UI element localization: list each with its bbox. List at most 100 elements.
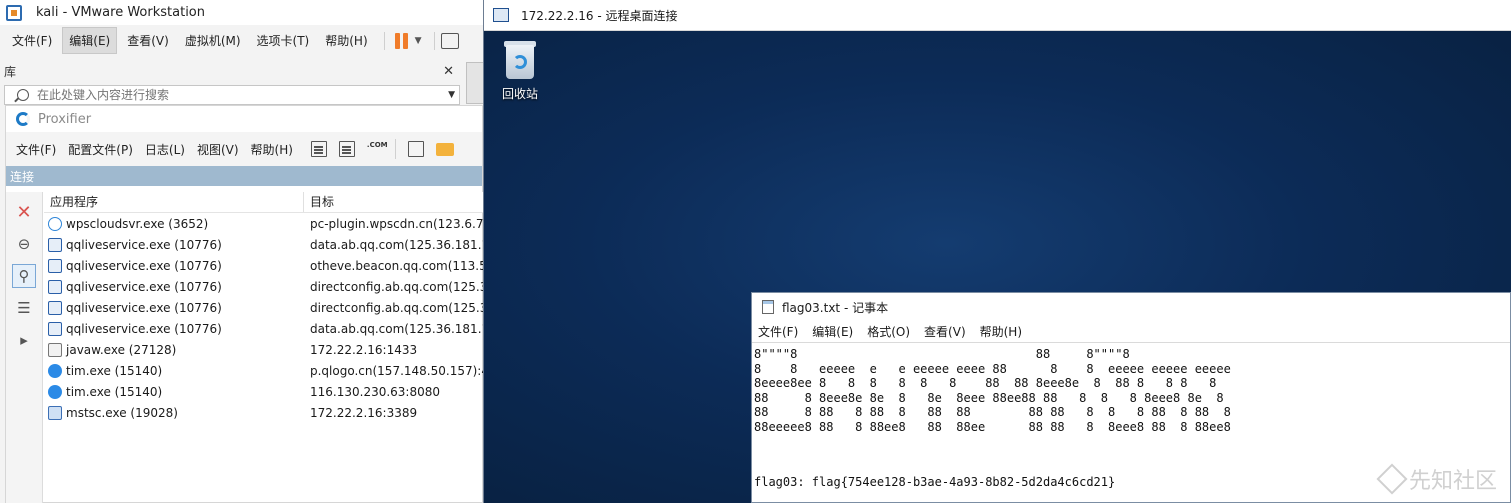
notepad-menu-file[interactable]: 文件(F) [758,323,798,340]
traffic-icon[interactable] [338,141,355,157]
watermark-text: 先知社区 [1408,469,1497,494]
recycle-bin-icon [502,39,538,79]
vmware-title: kali - VMware Workstation [36,5,205,20]
notepad-menu-format[interactable]: 格式(O) [867,323,910,340]
target-cell: 172.22.2.16:3389 [310,405,418,420]
proxifier-menu-view[interactable]: 视图(V) [197,141,239,158]
app-name: javaw.exe (27128) [66,342,177,357]
recycle-bin-shortcut[interactable]: 回收站 [498,39,542,102]
mstsc-icon [48,405,62,420]
app-name: qqliveservice.exe (10776) [66,279,222,294]
vmware-menu-help[interactable]: 帮助(H) [319,28,373,53]
app-name: tim.exe (15140) [66,384,163,399]
connections-table: 应用程序 目标 wpscloudsvr.exe (3652) pc-plugin… [44,192,484,503]
table-row[interactable]: tim.exe (15140) 116.130.230.63:8080 [44,381,484,402]
ascii-art-line: 88eeeee8 88 8 88ee8 88 88ee 88 88 8 8eee… [754,419,1231,434]
proxifier-logo-icon [16,112,30,126]
table-row[interactable]: tim.exe (15140) p.qlogo.cn(157.148.50.15… [44,360,484,381]
proxifier-menu-profile[interactable]: 配置文件(P) [68,141,133,158]
table-row[interactable]: wpscloudsvr.exe (3652) pc-plugin.wpscdn.… [44,213,484,234]
proxifier-menubar: 文件(F) 配置文件(P) 日志(L) 视图(V) 帮助(H) .COM [6,132,482,166]
table-row[interactable]: qqliveservice.exe (10776) otheve.beacon.… [44,255,484,276]
target-cell: 172.22.2.16:1433 [310,342,418,357]
app-name: mstsc.exe (19028) [66,405,178,420]
column-header-target[interactable]: 目标 [304,192,484,212]
send-keys-icon[interactable] [440,32,459,49]
library-search-input[interactable] [37,88,427,102]
name-resolution-icon[interactable]: .COM [367,141,388,157]
table-header: 应用程序 目标 [44,192,484,213]
app-name: wpscloudsvr.exe (3652) [66,216,209,231]
target-cell: directconfig.ab.qq.com(125.36 [310,300,484,315]
table-row[interactable]: qqliveservice.exe (10776) directconfig.a… [44,297,484,318]
notepad-menu-edit[interactable]: 编辑(E) [812,323,853,340]
notepad-icon [762,300,774,314]
proxifier-sidebar: ✕ ⊖ ⚲ ☰ ▸ [6,192,43,503]
pause-icon[interactable] [394,32,411,49]
vmware-menu-vm[interactable]: 虚拟机(M) [179,28,247,53]
ascii-art-line: 8""""8 88 8""""8 [754,347,1130,361]
app-name: qqliveservice.exe (10776) [66,321,222,336]
tim-icon [48,363,62,378]
proxifier-menu-help[interactable]: 帮助(H) [251,141,293,158]
pause-dropdown-icon[interactable]: ▼ [415,36,422,46]
open-folder-icon[interactable] [435,142,454,156]
close-connection-icon[interactable]: ✕ [12,200,36,224]
connections-section-header: 连接 [6,166,482,186]
target-cell: data.ab.qq.com(125.36.181.14 [310,237,484,252]
column-header-app[interactable]: 应用程序 [44,192,304,212]
notepad-title: flag03.txt - 记事本 [782,300,889,315]
notepad-menu-view[interactable]: 查看(V) [924,323,966,340]
qq-service-icon [48,300,62,315]
remote-desktop-icon [493,8,509,22]
vmware-menu-tabs[interactable]: 选项卡(T) [251,28,316,53]
toolbar-separator [433,31,435,50]
watermark: 先知社区 [1376,463,1497,495]
java-icon [48,342,62,357]
proxifier-title: Proxifier [38,111,92,127]
target-cell: directconfig.ab.qq.com(125.36 [310,279,484,294]
vmware-menubar: 文件(F) 编辑(E) 查看(V) 虚拟机(M) 选项卡(T) 帮助(H) ▼ [0,27,490,54]
table-row[interactable]: qqliveservice.exe (10776) data.ab.qq.com… [44,234,484,255]
toolbar-separator [394,139,396,159]
table-row[interactable]: qqliveservice.exe (10776) directconfig.a… [44,276,484,297]
notepad-menubar: 文件(F) 编辑(E) 格式(O) 查看(V) 帮助(H) [752,321,1510,343]
app-name: qqliveservice.exe (10776) [66,300,222,315]
notepad-menu-help[interactable]: 帮助(H) [980,323,1022,340]
proxifier-menu-log[interactable]: 日志(L) [145,141,185,158]
wpscloud-icon [48,216,62,231]
log-icon[interactable] [310,141,327,157]
library-title: 库 [4,64,17,79]
vmware-menu-view[interactable]: 查看(V) [121,28,175,53]
vmware-menu-file[interactable]: 文件(F) [6,28,58,53]
ascii-art-line: 88 8 88 8 88 8 88 88 88 88 8 8 8 88 8 88… [754,405,1231,420]
table-row[interactable]: mstsc.exe (19028) 172.22.2.16:3389 [44,402,484,423]
ascii-art-line: 8eeee8ee 8 8 8 8 8 8 88 88 8eee8e 8 88 8… [754,376,1217,391]
table-row[interactable]: javaw.exe (27128) 172.22.2.16:1433 [44,339,484,360]
target-cell: p.qlogo.cn(157.148.50.157):44 [310,363,484,378]
search-connection-icon[interactable]: ⚲ [12,264,36,288]
qq-service-icon [48,258,62,273]
proxifier-window: Proxifier 文件(F) 配置文件(P) 日志(L) 视图(V) 帮助(H… [5,105,484,503]
library-close-icon[interactable]: ✕ [443,64,454,79]
expand-arrow-icon[interactable]: ▸ [12,328,36,352]
library-search-box: ▼ [4,85,460,105]
vmware-logo-icon [6,4,22,21]
recycle-bin-label: 回收站 [501,87,538,101]
target-cell: otheve.beacon.qq.com(113.56 [310,258,484,273]
ascii-art-line: 88 8 8eee8e 8e 8 8e 8eee 88ee88 88 8 8 8… [754,390,1224,405]
table-row[interactable]: qqliveservice.exe (10776) data.ab.qq.com… [44,318,484,339]
app-name: qqliveservice.exe (10776) [66,237,222,252]
vmware-menu-edit[interactable]: 编辑(E) [62,27,118,54]
qq-service-icon [48,321,62,336]
proxifier-titlebar: Proxifier [6,106,482,132]
qq-service-icon [48,279,62,294]
list-view-icon[interactable]: ☰ [12,296,36,320]
notepad-titlebar: flag03.txt - 记事本 [752,293,1510,321]
chevron-down-icon[interactable]: ▼ [448,90,455,100]
remove-icon[interactable]: ⊖ [12,232,36,256]
vmware-titlebar: kali - VMware Workstation [0,0,490,25]
proxifier-menu-file[interactable]: 文件(F) [16,141,56,158]
rdp-titlebar: 172.22.2.16 - 远程桌面连接 [484,0,1511,31]
new-profile-icon[interactable] [407,141,424,157]
